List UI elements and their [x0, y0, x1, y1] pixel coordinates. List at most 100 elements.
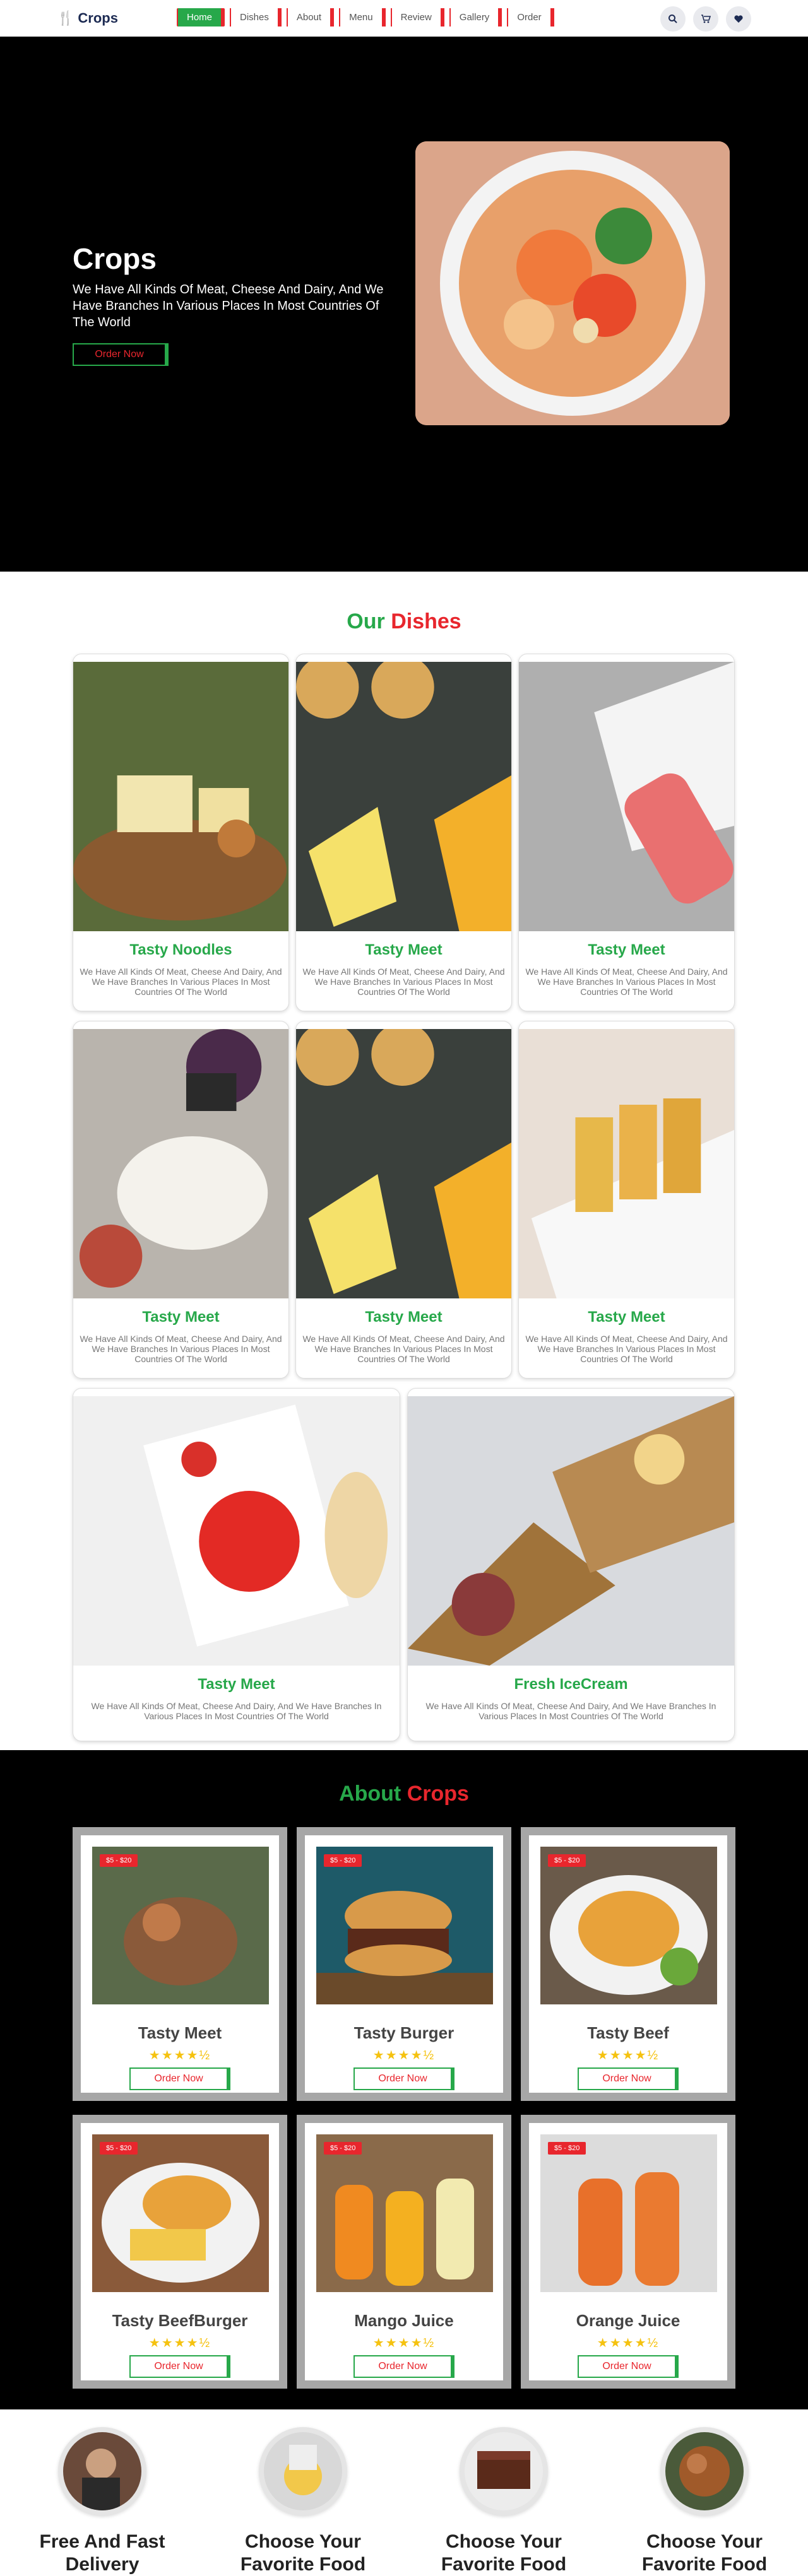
nav-item-about[interactable]: About [286, 8, 335, 26]
dish-card[interactable]: Tasty Meet We Have All Kinds Of Meat, Ch… [295, 654, 512, 1011]
product-card: $5 - $20 Mango Juice ★★★★½ Order Now [297, 2115, 511, 2389]
rating-stars: ★★★★½ [597, 2336, 660, 2350]
dish-title: Tasty Noodles [129, 941, 232, 958]
product-title: Orange Juice [576, 2311, 680, 2330]
dishes-heading-part-1: Our [347, 609, 385, 633]
dish-card[interactable]: Fresh IceCream We Have All Kinds Of Meat… [407, 1388, 735, 1741]
product-image [92, 2134, 269, 2292]
nav-item-home[interactable]: Home [177, 8, 225, 26]
about-heading-part-1: About [339, 1782, 401, 1806]
dish-card[interactable]: Tasty Noodles We Have All Kinds Of Meat,… [73, 654, 289, 1011]
dish-card[interactable]: Tasty Meet We Have All Kinds Of Meat, Ch… [518, 1021, 735, 1379]
rating-stars: ★★★★½ [372, 2049, 436, 2062]
brand-name: Crops [78, 10, 118, 26]
dish-title: Tasty Meet [198, 1676, 275, 1693]
product-card: $5 - $20 Tasty BeefBurger ★★★★½ Order No… [73, 2115, 287, 2389]
order-now-button[interactable]: Order Now [578, 2355, 679, 2378]
price-badge: $5 - $20 [548, 2142, 586, 2155]
order-now-button[interactable]: Order Now [129, 2067, 230, 2090]
feature-title: Free And Fast Delivery [20, 2531, 184, 2576]
feature-item: Choose Your Favorite Food [422, 2427, 586, 2576]
feature-title-line-2: Favorite Food [641, 2554, 768, 2575]
dish-image [73, 1396, 400, 1666]
hero-title: Crops [73, 242, 157, 275]
dish-description: We Have All Kinds Of Meat, Cheese And Da… [525, 1334, 728, 1364]
about-heading-part-2: Crops [407, 1782, 469, 1806]
feature-item: Choose Your Favorite Food [622, 2427, 787, 2576]
dish-description: We Have All Kinds Of Meat, Cheese And Da… [302, 1334, 505, 1364]
feature-title: Choose Your Favorite Food [622, 2531, 787, 2576]
nav-menu: Home Dishes About Menu Review Gallery Or… [177, 8, 559, 26]
price-badge: $5 - $20 [548, 1854, 586, 1867]
nav-item-order[interactable]: Order [507, 8, 554, 26]
rating-stars: ★★★★½ [597, 2049, 660, 2062]
order-now-button[interactable]: Order Now [578, 2067, 679, 2090]
dishes-section: Our Dishes Tasty Noodles We Have All Kin… [0, 572, 808, 1750]
dish-card[interactable]: Tasty Meet We Have All Kinds Of Meat, Ch… [295, 1021, 512, 1379]
feature-title: Choose Your Favorite Food [221, 2531, 385, 2576]
dish-description: We Have All Kinds Of Meat, Cheese And Da… [425, 1701, 716, 1721]
nav-item-review[interactable]: Review [390, 8, 444, 26]
dishes-heading-part-2: Dishes [391, 609, 461, 633]
rating-stars: ★★★★½ [372, 2336, 436, 2350]
dish-card[interactable]: Tasty Meet We Have All Kinds Of Meat, Ch… [73, 1388, 400, 1741]
dish-description: We Have All Kinds Of Meat, Cheese And Da… [525, 967, 728, 997]
product-title: Tasty Beef [587, 2023, 669, 2042]
price-badge: $5 - $20 [100, 1854, 138, 1867]
dish-title: Tasty Meet [365, 941, 443, 958]
dish-image [519, 1029, 734, 1298]
dish-title: Tasty Meet [588, 1309, 665, 1326]
dish-title: Tasty Meet [142, 1309, 220, 1326]
feature-image [63, 2432, 141, 2510]
dish-description: We Have All Kinds Of Meat, Cheese And Da… [91, 1701, 382, 1721]
feature-title: Choose Your Favorite Food [422, 2531, 586, 2576]
price-badge: $5 - $20 [324, 2142, 362, 2155]
dish-image [296, 662, 511, 931]
feature-image-frame [460, 2427, 548, 2515]
nav-icons [660, 6, 751, 32]
search-icon[interactable] [660, 6, 686, 32]
product-card: $5 - $20 Orange Juice ★★★★½ Order Now [521, 2115, 735, 2389]
rating-stars: ★★★★½ [148, 2049, 211, 2062]
feature-title-line-2: Favorite Food [240, 2554, 366, 2575]
hero-order-button[interactable]: Order Now [73, 343, 169, 366]
feature-title-line-1: Choose Your [446, 2531, 562, 2552]
product-card: $5 - $20 Tasty Meet ★★★★½ Order Now [73, 1827, 287, 2101]
nav-item-menu[interactable]: Menu [339, 8, 386, 26]
order-now-button[interactable]: Order Now [354, 2355, 454, 2378]
price-badge: $5 - $20 [100, 2142, 138, 2155]
dish-image [73, 662, 288, 931]
order-now-button[interactable]: Order Now [354, 2067, 454, 2090]
product-image [316, 1847, 493, 2004]
feature-title-line-1: Choose Your [245, 2531, 361, 2552]
feature-image-frame [58, 2427, 146, 2515]
feature-image [665, 2432, 744, 2510]
brand-logo[interactable]: 🍴 Crops [57, 10, 118, 26]
order-now-button[interactable]: Order Now [129, 2355, 230, 2378]
product-title: Tasty Burger [354, 2023, 454, 2042]
product-title: Tasty Meet [138, 2023, 222, 2042]
dish-title: Tasty Meet [365, 1309, 443, 1326]
heart-icon[interactable] [726, 6, 751, 32]
product-title: Mango Juice [354, 2311, 454, 2330]
hero-subtitle: We Have All Kinds Of Meat, Cheese And Da… [73, 283, 384, 329]
nav-item-dishes[interactable]: Dishes [230, 8, 282, 26]
about-heading: About Crops [0, 1782, 808, 1806]
price-badge: $5 - $20 [324, 1854, 362, 1867]
dish-description: We Have All Kinds Of Meat, Cheese And Da… [80, 1334, 282, 1364]
dish-image [408, 1396, 734, 1666]
feature-item: Choose Your Favorite Food [221, 2427, 385, 2576]
dish-description: We Have All Kinds Of Meat, Cheese And Da… [80, 967, 282, 997]
dish-title: Fresh IceCream [514, 1676, 628, 1693]
hero-section: Crops We Have All Kinds Of Meat, Cheese … [0, 37, 808, 572]
product-title: Tasty BeefBurger [112, 2311, 248, 2330]
dish-card[interactable]: Tasty Meet We Have All Kinds Of Meat, Ch… [518, 654, 735, 1011]
rating-stars: ★★★★½ [148, 2336, 211, 2350]
nav-item-gallery[interactable]: Gallery [449, 8, 502, 26]
feature-item: Free And Fast Delivery [20, 2427, 184, 2576]
feature-title-line-2: Delivery [65, 2554, 140, 2575]
dish-card[interactable]: Tasty Meet We Have All Kinds Of Meat, Ch… [73, 1021, 289, 1379]
dishes-heading: Our Dishes [0, 609, 808, 634]
cart-icon[interactable] [693, 6, 718, 32]
features-section: Free And Fast Delivery Choose Your Favorit… [0, 2409, 808, 2575]
